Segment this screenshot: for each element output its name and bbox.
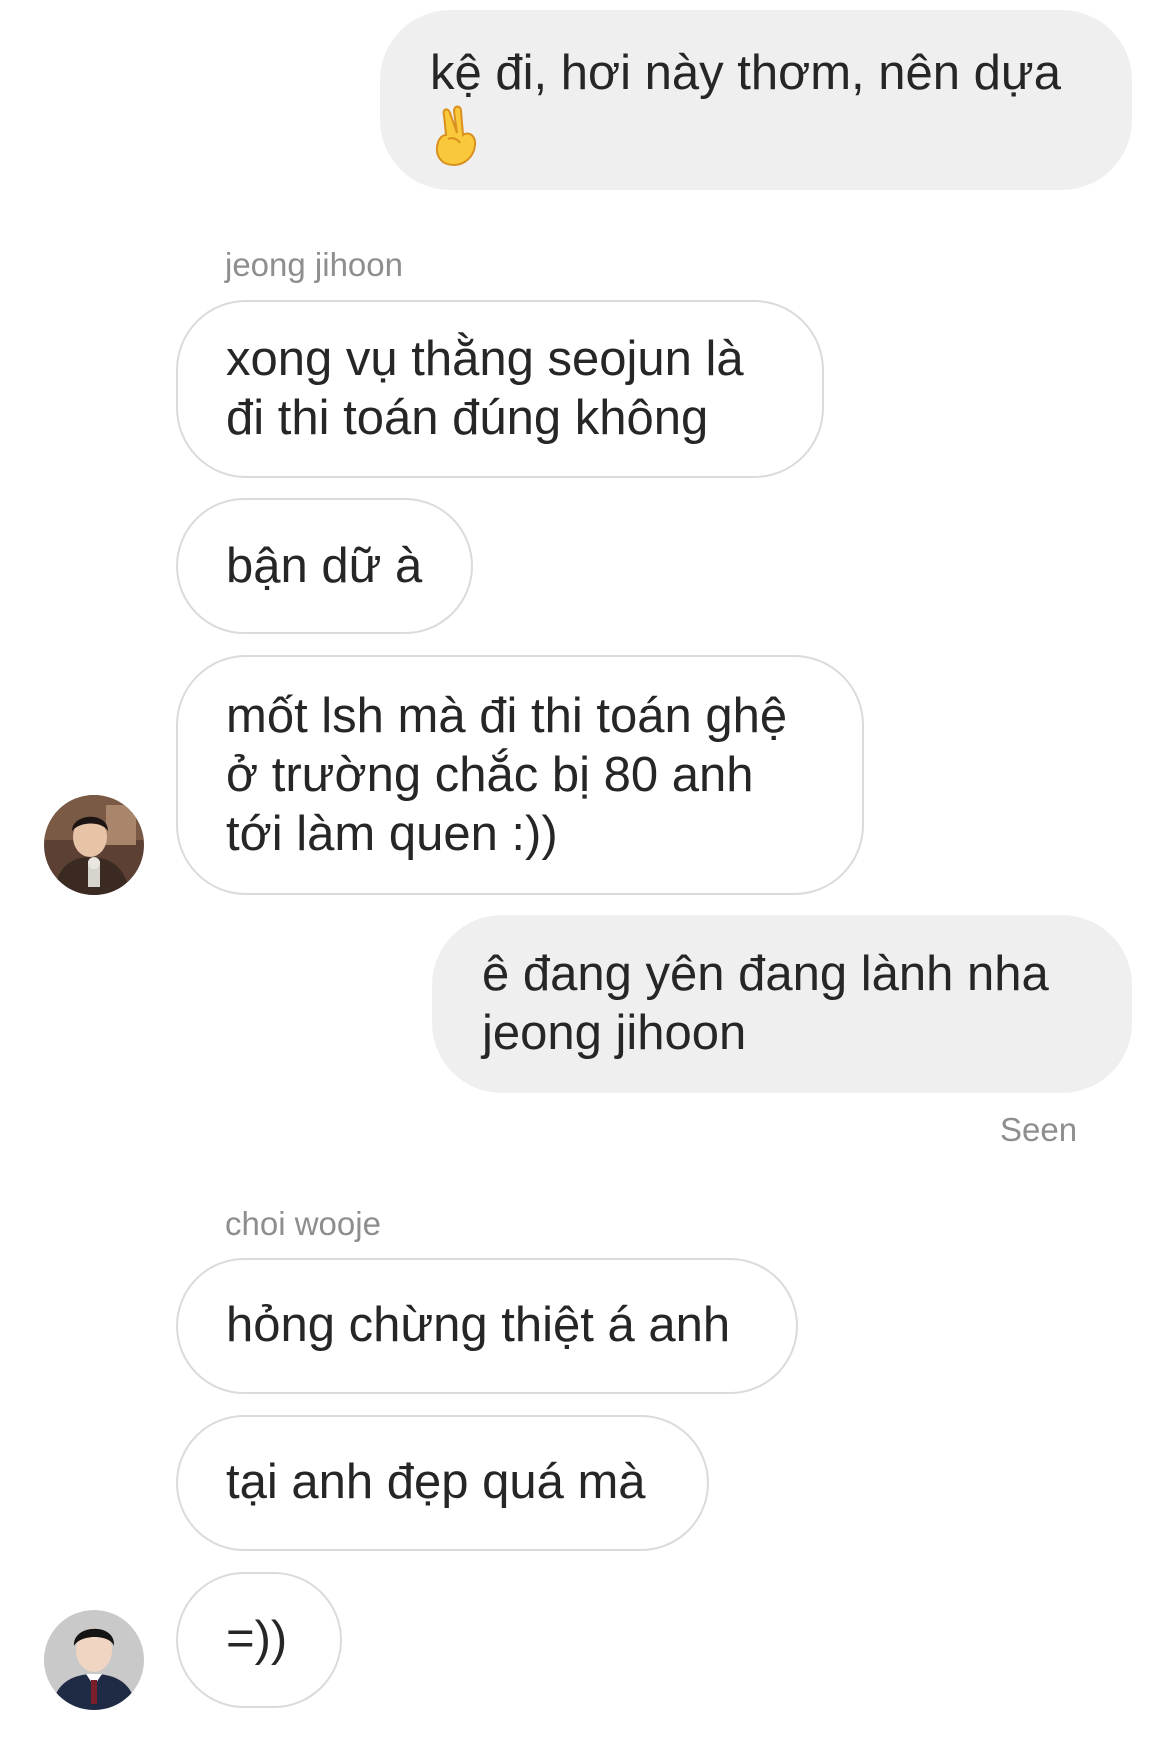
message-thread: kệ đi, hơi này thơm, nên dựa jeong jihoo… xyxy=(0,0,1170,1738)
message-text: đi thi toán đúng không xyxy=(226,391,709,445)
message-text: xong vụ thằng seojun là xyxy=(226,332,744,386)
incoming-message-bubble[interactable]: xong vụ thằng seojun là đi thi toán đúng… xyxy=(176,300,824,478)
avatar[interactable] xyxy=(44,1610,144,1710)
message-text: bận dữ à xyxy=(226,539,423,593)
pinched-fingers-emoji-icon xyxy=(430,105,480,167)
message-text: tới làm quen :)) xyxy=(226,807,558,861)
outgoing-message-bubble[interactable]: ê đang yên đang lành nha jeong jihoon xyxy=(432,915,1132,1093)
message-text: ê đang yên đang lành nha xyxy=(482,947,1049,1001)
message-text: ở trường chắc bị 80 anh xyxy=(226,748,754,802)
message-text: hỏng chừng thiệt á anh xyxy=(226,1298,731,1352)
incoming-message-bubble[interactable]: bận dữ à xyxy=(176,498,473,634)
seen-status: Seen xyxy=(1000,1111,1078,1148)
outgoing-message-bubble[interactable]: kệ đi, hơi này thơm, nên dựa xyxy=(380,10,1132,190)
message-text: jeong jihoon xyxy=(482,1006,747,1060)
message-text: kệ đi, hơi này thơm, nên dựa xyxy=(430,46,1061,100)
sender-name: choi wooje xyxy=(225,1205,381,1242)
sender-name: jeong jihoon xyxy=(225,246,403,283)
avatar[interactable] xyxy=(44,795,144,895)
incoming-message-bubble[interactable]: =)) xyxy=(176,1572,342,1708)
message-text: =)) xyxy=(226,1612,288,1666)
incoming-message-bubble[interactable]: mốt lsh mà đi thi toán ghệ ở trường chắc… xyxy=(176,655,864,895)
incoming-message-bubble[interactable]: hỏng chừng thiệt á anh xyxy=(176,1258,798,1394)
avatar-choi-wooje-icon xyxy=(44,1610,144,1710)
avatar-jeong-jihoon-icon xyxy=(44,795,144,895)
incoming-message-bubble[interactable]: tại anh đẹp quá mà xyxy=(176,1415,709,1551)
message-text: tại anh đẹp quá mà xyxy=(226,1455,646,1509)
message-text: mốt lsh mà đi thi toán ghệ xyxy=(226,689,788,743)
